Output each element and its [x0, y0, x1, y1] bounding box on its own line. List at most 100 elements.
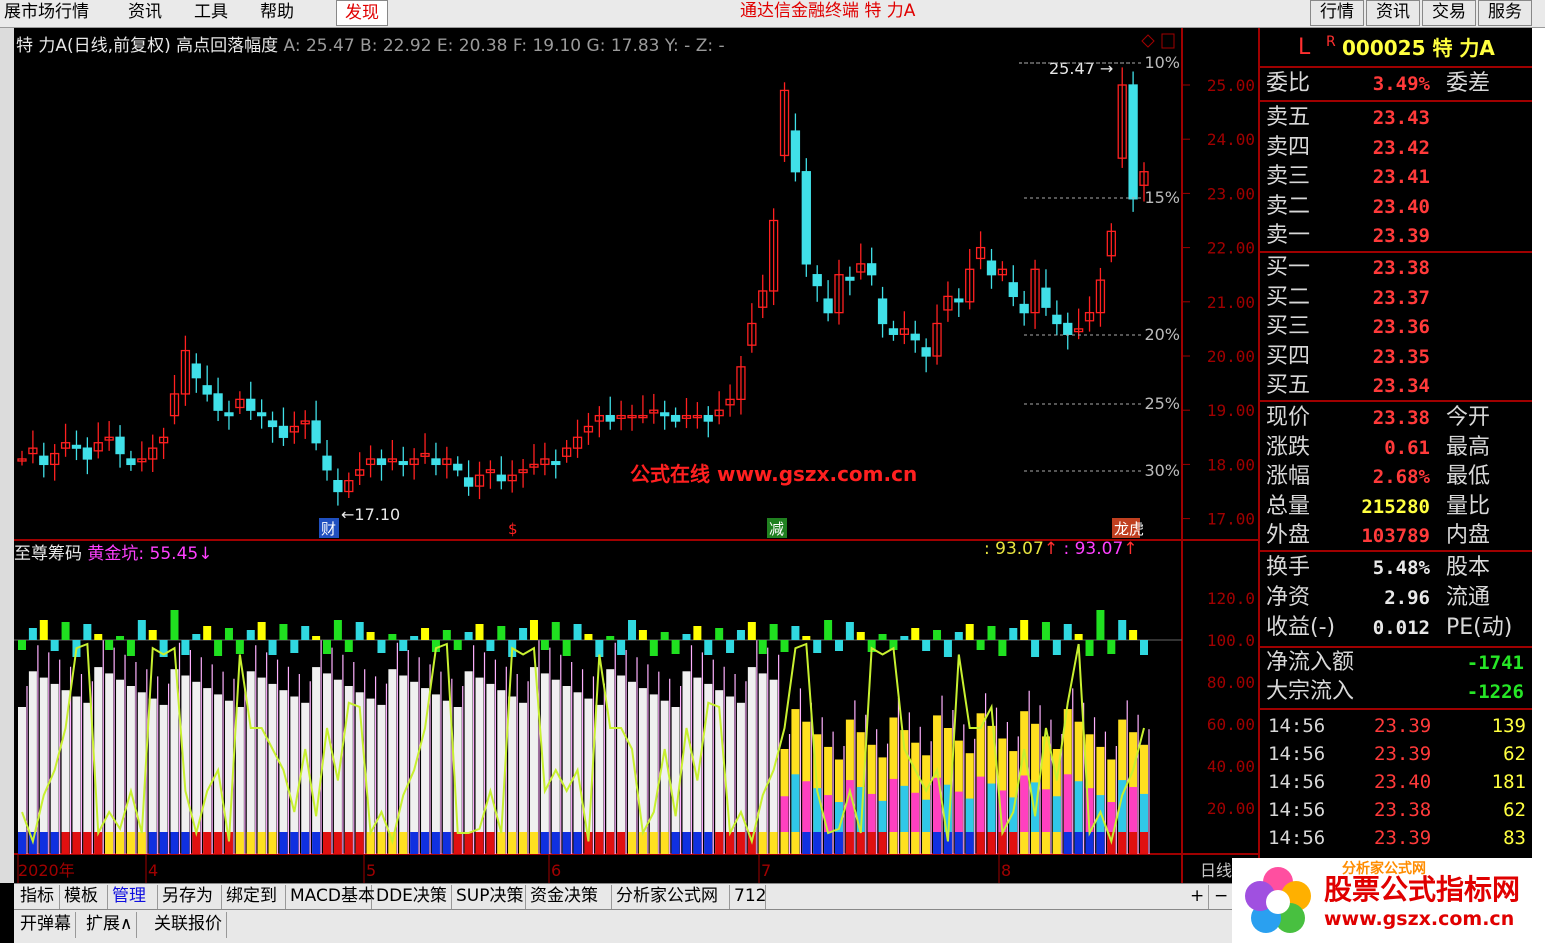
tab-service[interactable]: 服务 [1478, 0, 1532, 26]
bottom-tab[interactable]: 712 [730, 885, 766, 909]
down-candle [115, 436, 125, 455]
down-candle [910, 333, 920, 341]
zoom-out-button[interactable]: − [1210, 885, 1234, 909]
indicator-top-bar [573, 624, 582, 640]
sell-level-label: 卖四 [1266, 134, 1311, 160]
zoom-in-button[interactable]: + [1186, 885, 1210, 909]
indicator-top-bar [279, 624, 288, 640]
indicator-top-bar [83, 624, 92, 640]
down-candle [1052, 314, 1062, 325]
indicator-top-bar [965, 624, 974, 640]
indicator-base-bar [39, 832, 48, 854]
indicator-axis-label: 60.00 [1207, 715, 1255, 734]
extra-tab[interactable]: 开弹幕 [16, 912, 76, 938]
indicator-top-bar [1129, 630, 1138, 640]
indicator-stack-bar [519, 702, 528, 854]
bottom-tab[interactable]: 资金决策 [526, 885, 612, 909]
down-candle [398, 461, 408, 466]
indicator-base-bar [323, 832, 332, 854]
tab-info[interactable]: 资讯 [1366, 0, 1420, 26]
menu-news[interactable]: 资讯 [128, 0, 162, 26]
indicator-top-bar [246, 630, 255, 640]
tick-time: 14:56 [1268, 743, 1326, 765]
tab-trade[interactable]: 交易 [1422, 0, 1476, 26]
indicator-stack-bar [562, 686, 571, 854]
buy-level-label: 买三 [1266, 314, 1311, 339]
retrace-pct-label: 25% [1144, 394, 1180, 413]
indicator-base-bar [159, 832, 168, 854]
indicator-top-bar [18, 640, 26, 650]
indicator-base-bar [649, 832, 658, 854]
indicator-base-bar [344, 832, 353, 854]
tick-time: 14:56 [1268, 799, 1326, 821]
down-candle [670, 414, 681, 422]
sell-price: 23.40 [1372, 195, 1430, 218]
buy-row: 买四 23.35 [1266, 343, 1530, 371]
tick-time: 14:56 [1268, 771, 1326, 793]
indicator-base-bar [965, 832, 974, 854]
indicator-top-bar [475, 624, 484, 640]
down-candle [660, 412, 670, 417]
price-chart-svg[interactable]: 25.00 24.00 23.00 22.00 21.00 20.00 19.00 18.00… [14, 28, 1258, 883]
indicator-base-bar [954, 832, 963, 854]
period-label: 日线 [1200, 861, 1232, 880]
indicator-stack-bar [649, 694, 658, 854]
menu-help[interactable]: 帮助 [260, 0, 294, 26]
down-candle [551, 461, 561, 466]
bottom-tab[interactable]: 管理 [108, 885, 158, 909]
stat2-label-right: 流通 [1446, 585, 1491, 610]
indicator-top-bar [355, 622, 364, 640]
bottom-tab[interactable]: 分析家公式网 [612, 885, 730, 909]
stat-value: 23.38 [1372, 407, 1430, 429]
extra-tab[interactable]: 扩展∧ [82, 912, 138, 938]
indicator-top-bar [617, 640, 626, 655]
menu-tools[interactable]: 工具 [194, 0, 228, 26]
indicator-top-bar [497, 626, 506, 640]
bottom-tab[interactable]: 模板 [60, 885, 108, 909]
date-label: 6 [551, 861, 561, 880]
price-axis-label: 25.00 [1207, 76, 1255, 95]
indicator-top-bar [333, 620, 342, 640]
indicator-top-bar [28, 628, 37, 640]
flow-label: 大宗流入 [1266, 679, 1355, 704]
indicator-stack-bar [464, 671, 473, 854]
bottom-tab[interactable]: DDE决策 [372, 885, 452, 909]
indicator-top-bar [301, 626, 310, 640]
indicator-base-bar [137, 832, 146, 854]
indicator-base-bar [922, 832, 931, 854]
tab-quotes[interactable]: 行情 [1310, 0, 1364, 26]
stat-row: 现价 23.38 今开 [1266, 404, 1530, 432]
indicator-top-bar [911, 628, 920, 640]
indicator-top-bar [442, 630, 451, 640]
bottom-tab[interactable]: 绑定到 [222, 885, 286, 909]
bottom-tab[interactable]: 指标 [16, 885, 60, 909]
indicator-base-bar [148, 832, 157, 854]
indicator-top-bar [344, 640, 353, 652]
indicator-stack-bar [595, 704, 604, 854]
menu-market[interactable]: 展市场行情 [4, 0, 89, 26]
indicator-base-bar [235, 832, 244, 854]
price-axis-label: 19.00 [1207, 401, 1255, 420]
up-arrow-icon: ↑ [1123, 539, 1138, 559]
indicator-axis-label: 80.00 [1207, 673, 1255, 692]
indicator-top-bar [747, 622, 756, 640]
bottom-tab[interactable]: 另存为 [158, 885, 222, 909]
indicator-top-bar [900, 636, 909, 640]
logo-title: 股票公式指标网 [1324, 873, 1521, 906]
indicator-base-bar [769, 832, 778, 854]
indicator-base-bar [813, 832, 822, 854]
bottom-tab[interactable]: MACD基本 [286, 885, 375, 909]
extra-tab[interactable]: 关联报价 [150, 912, 227, 938]
menu-discover[interactable]: 发现 [336, 0, 388, 26]
flower-logo-icon [1245, 867, 1311, 933]
chart-area[interactable]: 25.00 24.00 23.00 22.00 21.00 20.00 19.00 18.00… [14, 28, 1258, 883]
indicator-base-bar [726, 832, 735, 854]
sell-row: 卖五 23.43 [1266, 104, 1530, 132]
bottom-tab[interactable]: SUP决策 [452, 885, 526, 909]
indicator-base-bar [573, 832, 582, 854]
indicator-top-bar [137, 620, 146, 640]
indicator-stack-bar [758, 673, 767, 854]
event-marker: 减 [769, 520, 784, 538]
indicator-top-bar [758, 640, 767, 654]
left-scroll-strip[interactable] [0, 28, 14, 883]
